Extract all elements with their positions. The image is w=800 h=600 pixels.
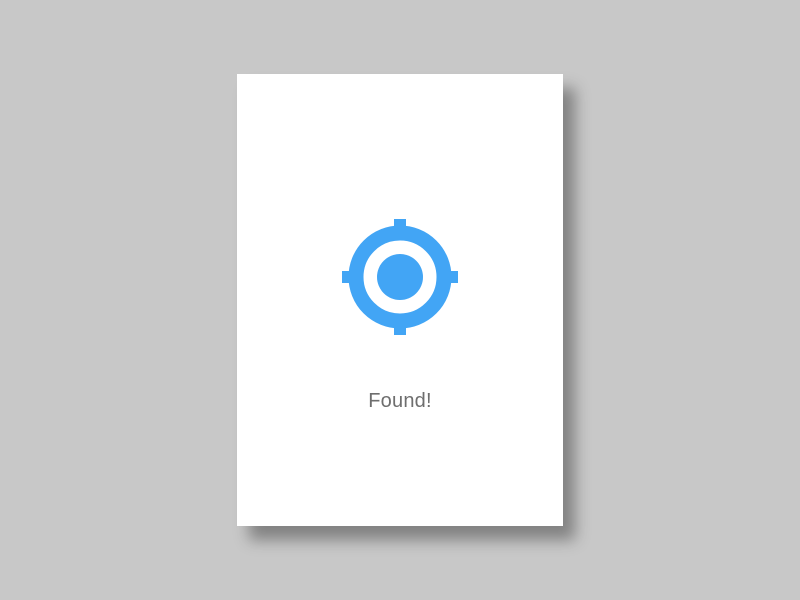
stage: Found!	[0, 0, 800, 600]
location-target-icon	[342, 219, 458, 335]
result-card: Found!	[237, 74, 563, 526]
status-message: Found!	[368, 390, 432, 412]
